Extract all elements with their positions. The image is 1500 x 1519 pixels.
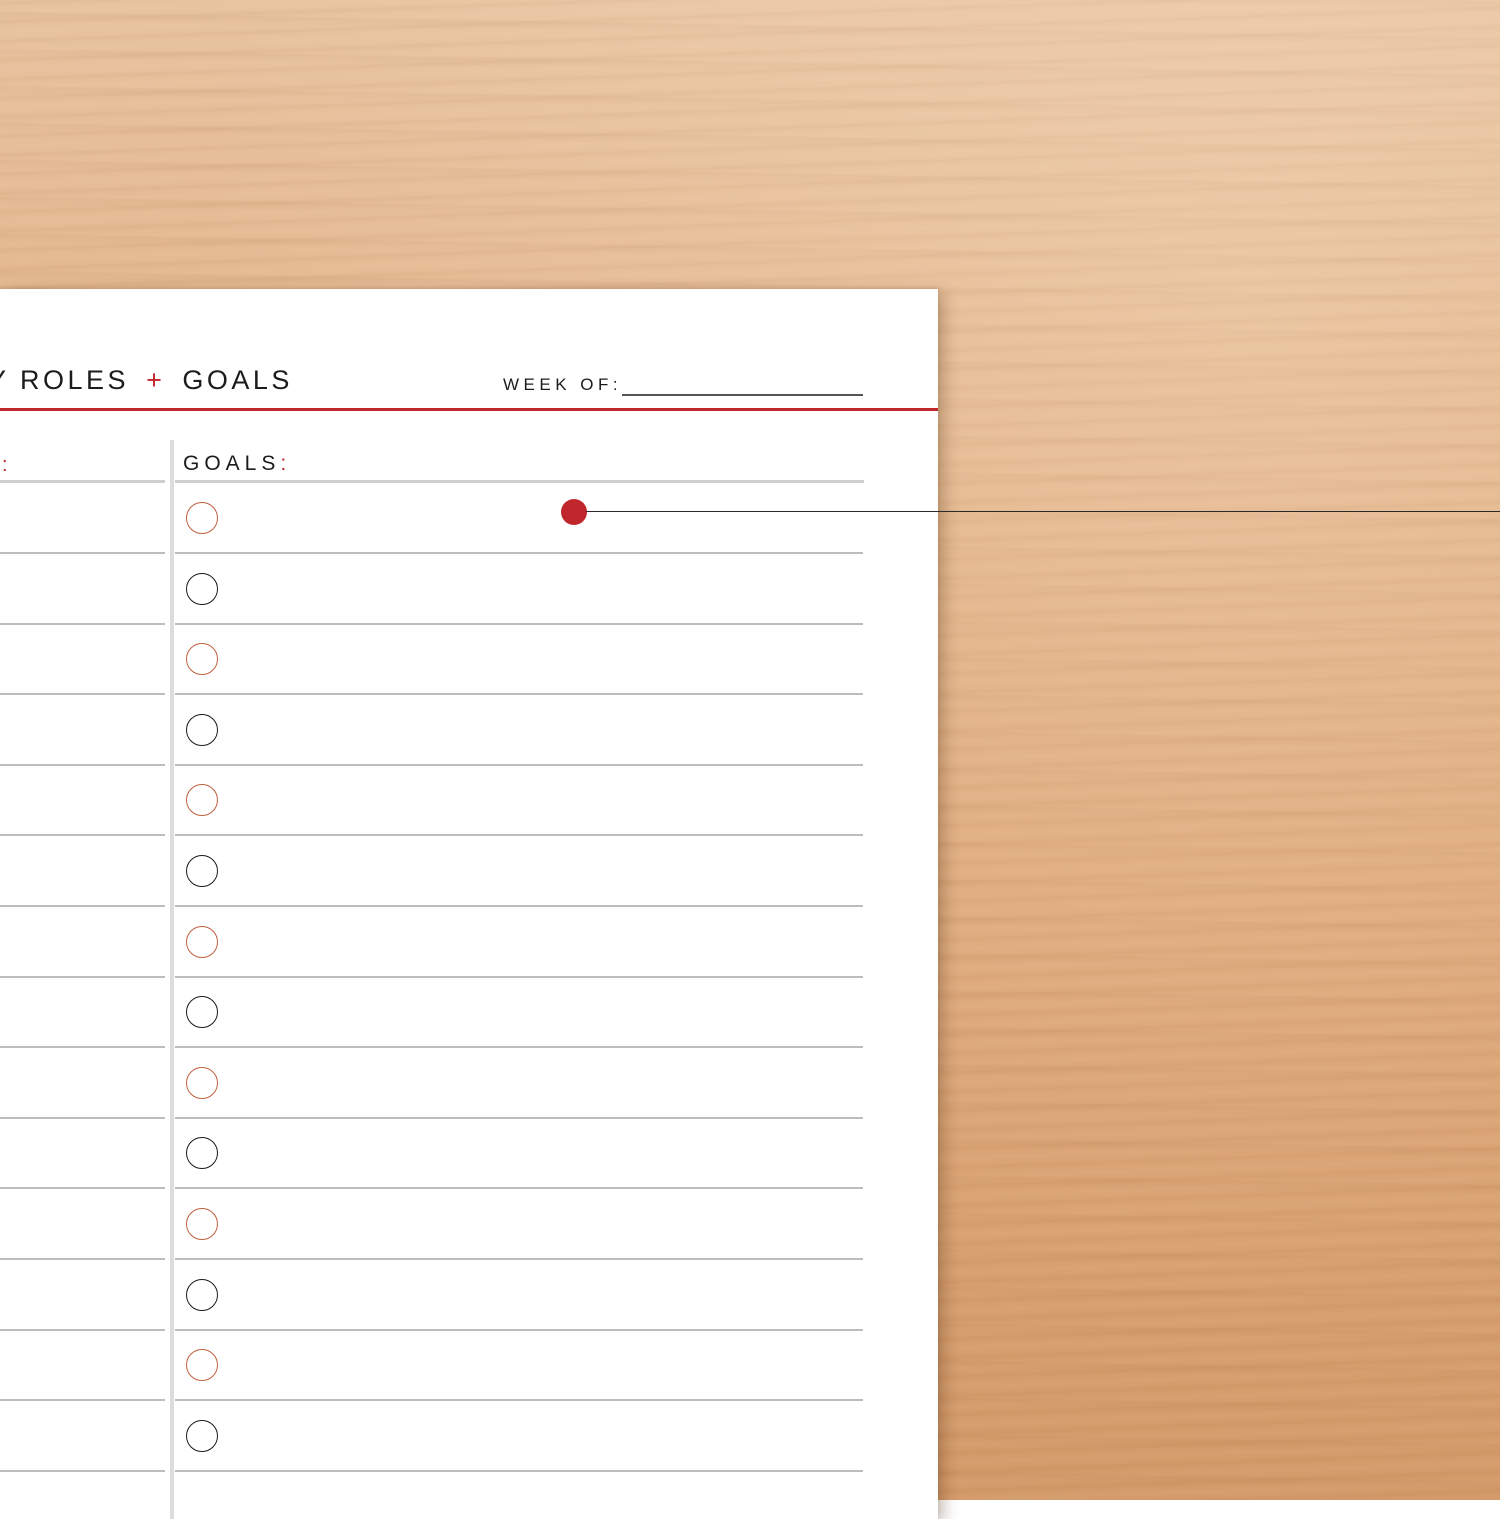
role-row-line <box>0 1329 165 1331</box>
goal-checkbox-icon[interactable] <box>186 1067 218 1099</box>
title-roles: Y ROLES <box>0 365 130 395</box>
goal-row-line <box>175 1258 863 1260</box>
goals-header: GOALS: <box>183 452 291 476</box>
goal-checkbox-icon[interactable] <box>186 573 218 605</box>
title-goals: GOALS <box>182 365 293 395</box>
goal-checkbox-icon[interactable] <box>186 784 218 816</box>
role-row-line <box>0 1258 165 1260</box>
goals-header-colon: : <box>280 452 292 475</box>
goal-row-line <box>175 1117 863 1119</box>
goal-row-line <box>175 623 863 625</box>
week-of-field[interactable] <box>622 394 863 396</box>
role-row-line <box>0 1399 165 1401</box>
goal-row-line <box>175 1329 863 1331</box>
role-row-line <box>0 976 165 978</box>
role-row-line <box>0 764 165 766</box>
goal-row-line <box>175 693 863 695</box>
role-row-line <box>0 1187 165 1189</box>
callout-dot-icon <box>561 499 587 525</box>
role-row-line <box>0 1117 165 1119</box>
role-row-line <box>0 1470 165 1472</box>
column-divider <box>170 440 174 1519</box>
week-of-label: WEEK OF: <box>503 375 623 394</box>
role-row-line <box>0 905 165 907</box>
goal-row-line <box>175 1187 863 1189</box>
goal-row-line <box>175 764 863 766</box>
title-divider <box>0 408 938 411</box>
role-row-line <box>0 693 165 695</box>
goal-checkbox-icon[interactable] <box>186 1208 218 1240</box>
callout-leader-line <box>586 511 1500 513</box>
role-row-line <box>0 1046 165 1048</box>
goal-checkbox-icon[interactable] <box>186 1349 218 1381</box>
goal-row-line <box>175 1399 863 1401</box>
goal-checkbox-icon[interactable] <box>186 714 218 746</box>
role-row-line <box>0 834 165 836</box>
title-plus: + <box>146 365 166 395</box>
goal-checkbox-icon[interactable] <box>186 926 218 958</box>
goals-header-rule <box>175 480 864 483</box>
goal-row-line <box>175 834 863 836</box>
role-row-line <box>0 552 165 554</box>
goal-row-line <box>175 552 863 554</box>
goal-row-line <box>175 976 863 978</box>
goal-checkbox-icon[interactable] <box>186 502 218 534</box>
goal-checkbox-icon[interactable] <box>186 643 218 675</box>
page-title: Y ROLES + GOALS <box>0 365 293 396</box>
goal-checkbox-icon[interactable] <box>186 1420 218 1452</box>
planner-sheet: Y ROLES + GOALS WEEK OF: : GOALS: <box>0 289 938 1519</box>
goal-row-line <box>175 1470 863 1472</box>
goals-header-label: GOALS <box>183 452 281 475</box>
goal-checkbox-icon[interactable] <box>186 855 218 887</box>
left-column-header: : <box>2 454 8 476</box>
goal-row-line <box>175 905 863 907</box>
left-header-rule <box>0 480 165 483</box>
goal-checkbox-icon[interactable] <box>186 996 218 1028</box>
goal-checkbox-icon[interactable] <box>186 1279 218 1311</box>
goal-row-line <box>175 1046 863 1048</box>
goal-checkbox-icon[interactable] <box>186 1137 218 1169</box>
role-row-line <box>0 623 165 625</box>
